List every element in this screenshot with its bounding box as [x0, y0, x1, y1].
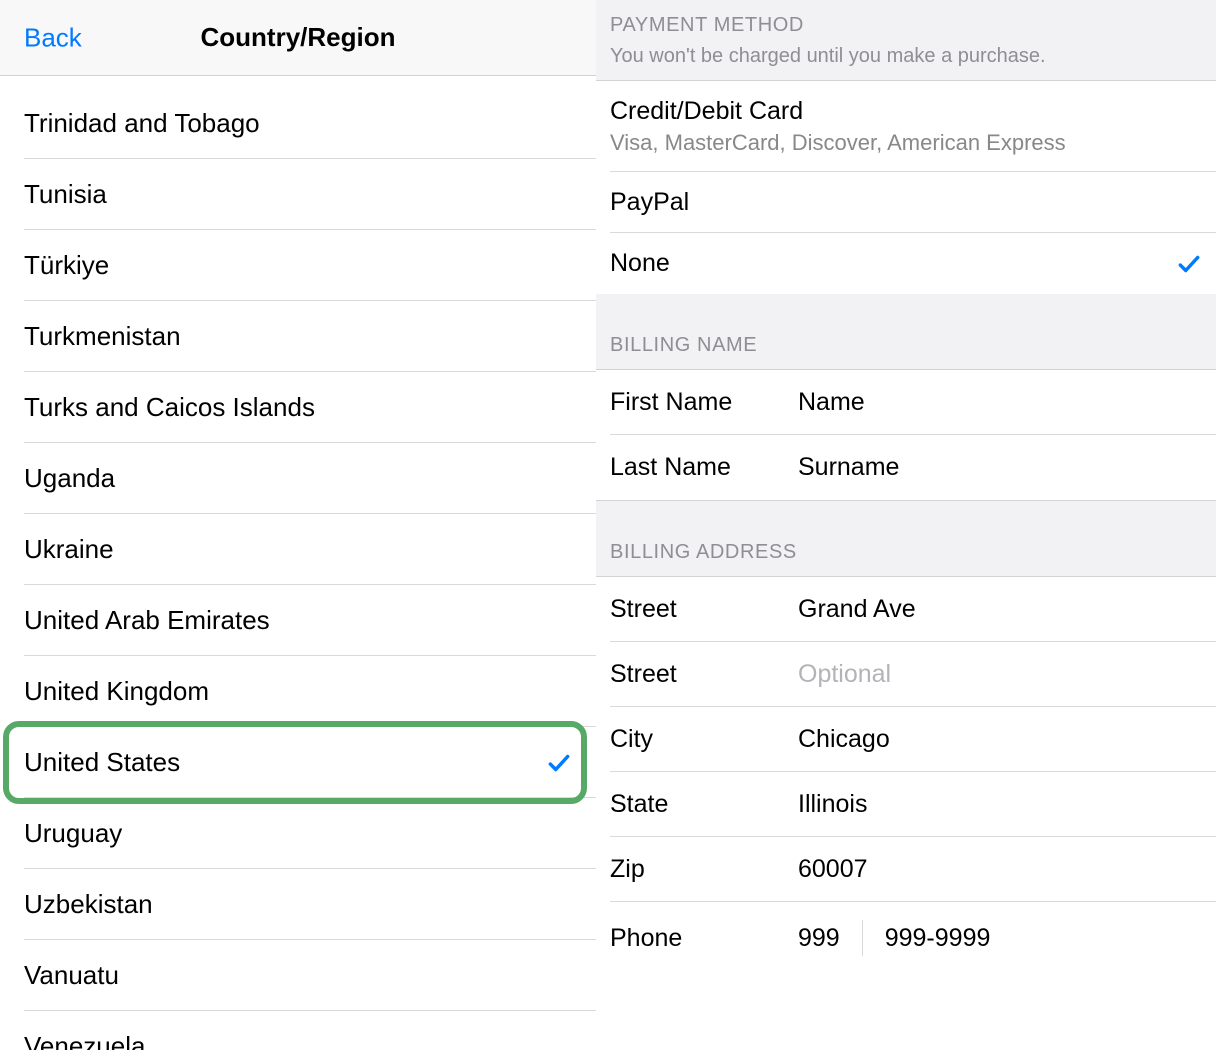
country-label: Turks and Caicos Islands — [24, 392, 315, 423]
country-item[interactable]: Uganda — [0, 443, 596, 514]
payment-method-section-header: PAYMENT METHOD You won't be charged unti… — [596, 0, 1216, 81]
street1-value[interactable]: Grand Ave — [798, 595, 1202, 624]
back-button[interactable]: Back — [24, 22, 82, 53]
zip-value[interactable]: 60007 — [798, 855, 1202, 884]
country-item[interactable]: Uzbekistan — [0, 869, 596, 940]
checkmark-icon — [1176, 251, 1202, 277]
country-item[interactable]: Turkmenistan — [0, 301, 596, 372]
payment-option-label: PayPal — [610, 188, 1202, 217]
country-label: Uganda — [24, 463, 115, 494]
country-region-panel: Back Country/Region Trinidad and TobagoT… — [0, 0, 596, 1050]
country-list[interactable]: Trinidad and Tobago Tunisia Türkiye Turkmen… — [0, 76, 596, 1050]
billing-name-header-title: BILLING NAME — [610, 334, 1202, 357]
country-label: Türkiye — [24, 250, 109, 281]
payment-option-sub: Visa, MasterCard, Discover, American Exp… — [610, 130, 1202, 156]
city-value[interactable]: Chicago — [798, 725, 1202, 754]
country-label: Ukraine — [24, 534, 114, 565]
country-item[interactable]: Turks and Caicos Islands — [0, 372, 596, 443]
country-item[interactable]: United States — [0, 727, 596, 798]
country-item[interactable]: Ukraine — [0, 514, 596, 585]
payment-options-list: Credit/Debit Card Visa, MasterCard, Disco… — [596, 81, 1216, 294]
last-name-row[interactable]: Last Name Surname — [596, 435, 1216, 500]
zip-row[interactable]: Zip 60007 — [596, 837, 1216, 902]
country-label: Uzbekistan — [24, 889, 153, 920]
page-title: Country/Region — [0, 22, 596, 53]
country-item[interactable]: United Arab Emirates — [0, 585, 596, 656]
country-item[interactable]: United Kingdom — [0, 656, 596, 727]
phone-group: 999 999-9999 — [798, 920, 990, 956]
country-label: United Arab Emirates — [24, 605, 270, 636]
phone-row[interactable]: Phone 999 999-9999 — [596, 902, 1216, 974]
phone-number-value[interactable]: 999-9999 — [885, 924, 991, 953]
phone-divider — [862, 920, 863, 956]
payment-option[interactable]: PayPal — [596, 172, 1216, 233]
payment-option[interactable]: Credit/Debit Card Visa, MasterCard, Disco… — [596, 81, 1216, 172]
state-row[interactable]: State Illinois — [596, 772, 1216, 837]
last-name-label: Last Name — [610, 453, 798, 482]
first-name-label: First Name — [610, 388, 798, 417]
billing-name-section-header: BILLING NAME — [596, 294, 1216, 370]
phone-label: Phone — [610, 924, 798, 953]
country-item[interactable]: Venezuela — [0, 1011, 596, 1050]
payment-option[interactable]: None — [596, 233, 1216, 294]
city-label: City — [610, 725, 798, 754]
city-row[interactable]: City Chicago — [596, 707, 1216, 772]
country-label: United Kingdom — [24, 676, 209, 707]
first-name-row[interactable]: First Name Name — [596, 370, 1216, 435]
billing-address-section-header: BILLING ADDRESS — [596, 500, 1216, 577]
street2-label: Street — [610, 660, 798, 689]
country-label: Trinidad and Tobago — [24, 108, 260, 139]
country-item[interactable]: Uruguay — [0, 798, 596, 869]
country-label: Uruguay — [24, 818, 122, 849]
country-label: Tunisia — [24, 179, 107, 210]
phone-area-value[interactable]: 999 — [798, 924, 840, 953]
street1-label: Street — [610, 595, 798, 624]
country-label: Turkmenistan — [24, 321, 181, 352]
country-item[interactable]: Türkiye — [0, 230, 596, 301]
country-label: United States — [24, 747, 180, 778]
first-name-value[interactable]: Name — [798, 388, 1202, 417]
street2-placeholder[interactable]: Optional — [798, 660, 1202, 689]
state-value[interactable]: Illinois — [798, 790, 1202, 819]
zip-label: Zip — [610, 855, 798, 884]
nav-header: Back Country/Region — [0, 0, 596, 76]
payment-option-label: None — [610, 249, 1176, 278]
last-name-value[interactable]: Surname — [798, 453, 1202, 482]
country-label: Vanuatu — [24, 960, 119, 991]
street1-row[interactable]: Street Grand Ave — [596, 577, 1216, 642]
country-label: Venezuela — [24, 1031, 145, 1050]
checkmark-icon — [546, 750, 572, 776]
country-item[interactable]: Tunisia — [0, 159, 596, 230]
country-item[interactable]: Vanuatu — [0, 940, 596, 1011]
street2-row[interactable]: Street Optional — [596, 642, 1216, 707]
billing-address-header-title: BILLING ADDRESS — [610, 541, 1202, 564]
country-item[interactable]: Trinidad and Tobago — [0, 88, 596, 159]
payment-option-label: Credit/Debit Card — [610, 97, 1202, 126]
payment-method-header-sub: You won't be charged until you make a pu… — [610, 45, 1202, 68]
payment-billing-panel: PAYMENT METHOD You won't be charged unti… — [596, 0, 1216, 1050]
payment-method-header-title: PAYMENT METHOD — [610, 14, 1202, 37]
state-label: State — [610, 790, 798, 819]
